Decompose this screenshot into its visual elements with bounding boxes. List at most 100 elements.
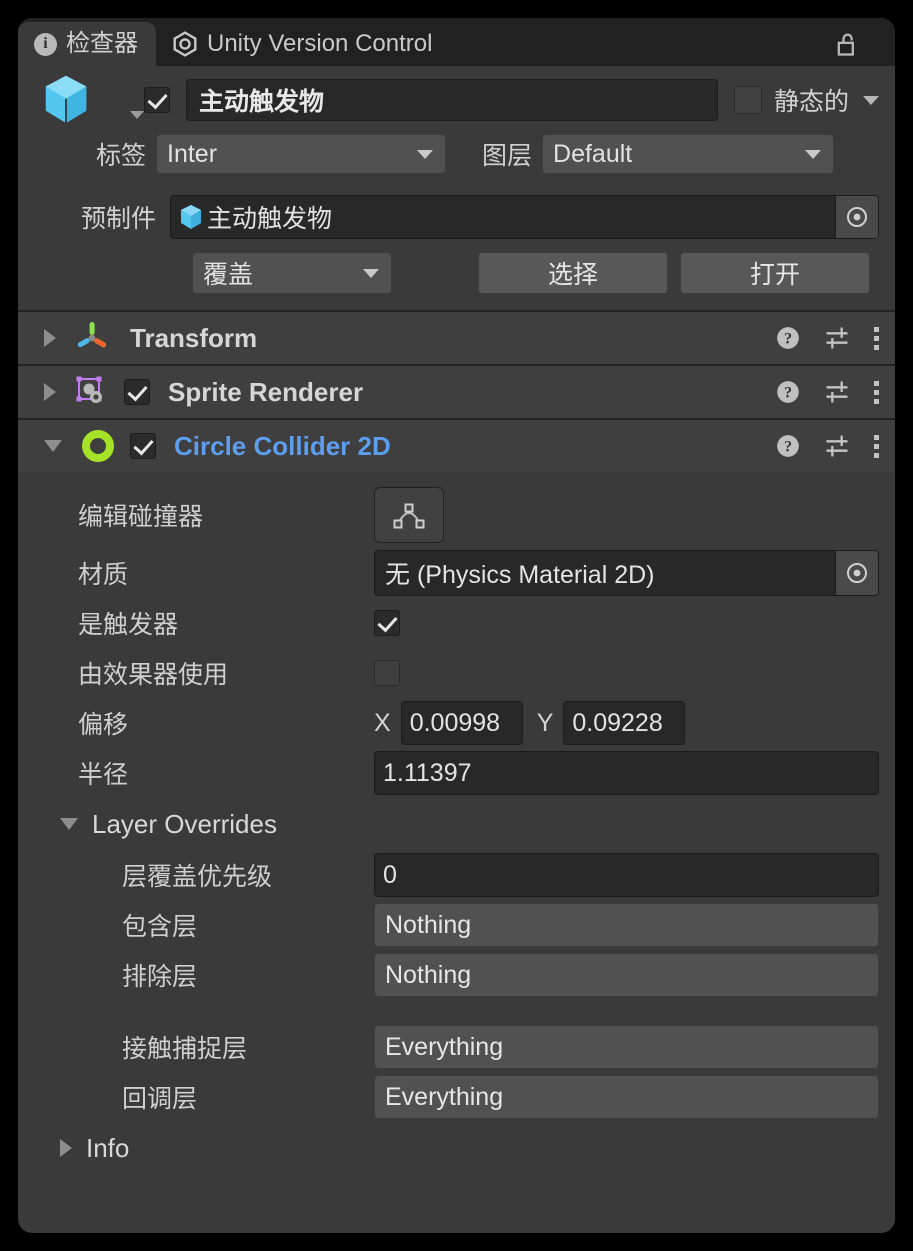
callback-layers-dropdown[interactable]: Everything bbox=[374, 1075, 879, 1119]
tab-inspector[interactable]: i 检查器 bbox=[18, 22, 156, 66]
foldout-arrow-expanded-icon[interactable] bbox=[44, 440, 62, 452]
help-icon[interactable]: ? bbox=[775, 325, 801, 351]
foldout-arrow-collapsed-icon[interactable] bbox=[44, 329, 56, 347]
info-title: Info bbox=[86, 1133, 129, 1164]
layer-override-priority-input[interactable]: 0 bbox=[374, 853, 879, 897]
callback-layers-label: 回调层 bbox=[34, 1079, 374, 1115]
is-trigger-checkbox[interactable] bbox=[374, 610, 400, 636]
preset-icon[interactable] bbox=[823, 324, 851, 352]
offset-x-input[interactable]: 0.00998 bbox=[401, 701, 523, 745]
gameobject-header: 主动触发物 静态的 标签 Inter 图层 Default bbox=[18, 66, 895, 188]
circle-collider-2d-icon bbox=[78, 426, 118, 466]
prefab-object-picker-button[interactable] bbox=[835, 196, 878, 238]
svg-text:?: ? bbox=[784, 437, 792, 455]
sprite-renderer-enabled-checkbox[interactable] bbox=[124, 379, 150, 405]
material-object-picker-button[interactable] bbox=[835, 551, 878, 595]
preset-icon[interactable] bbox=[823, 378, 851, 406]
chevron-down-icon bbox=[417, 150, 433, 159]
layer-overrides-title: Layer Overrides bbox=[92, 809, 277, 840]
tag-value: Inter bbox=[167, 140, 217, 169]
row-include-layers: 包含层 Nothing bbox=[34, 900, 879, 950]
row-edit-collider: 编辑碰撞器 bbox=[34, 482, 879, 548]
static-dropdown-caret[interactable] bbox=[863, 96, 879, 105]
gameobject-name-input[interactable]: 主动触发物 bbox=[186, 79, 718, 121]
layer-overrides-spacer bbox=[34, 1000, 879, 1022]
static-label: 静态的 bbox=[774, 82, 849, 118]
gameobject-icon-foldout-arrow[interactable] bbox=[130, 111, 144, 119]
row-contact-capture-layers: 接触捕捉层 Everything bbox=[34, 1022, 879, 1072]
edit-collider-label: 编辑碰撞器 bbox=[34, 497, 374, 533]
radius-input[interactable]: 1.11397 bbox=[374, 751, 879, 795]
component-header-sprite-renderer[interactable]: Sprite Renderer ? bbox=[18, 364, 895, 418]
tag-dropdown[interactable]: Inter bbox=[156, 134, 446, 174]
layer-label: 图层 bbox=[482, 136, 532, 172]
info-icon: i bbox=[34, 33, 57, 56]
sprite-renderer-icon bbox=[72, 372, 112, 412]
gameobject-name-row: 主动触发物 静态的 bbox=[34, 78, 879, 122]
include-layers-label: 包含层 bbox=[34, 907, 374, 943]
material-value: 无 (Physics Material 2D) bbox=[385, 555, 655, 591]
component-header-actions: ? bbox=[775, 324, 879, 352]
row-layer-override-priority: 层覆盖优先级 0 bbox=[34, 850, 879, 900]
offset-y-value: 0.09228 bbox=[572, 709, 662, 738]
prefab-open-button[interactable]: 打开 bbox=[680, 252, 870, 294]
component-header-transform[interactable]: Transform ? bbox=[18, 310, 895, 364]
include-layers-value: Nothing bbox=[385, 911, 471, 940]
material-object-field[interactable]: 无 (Physics Material 2D) bbox=[374, 550, 879, 596]
prefab-object-field[interactable]: 主动触发物 bbox=[170, 195, 879, 239]
foldout-arrow-collapsed-icon[interactable] bbox=[60, 1139, 72, 1157]
edit-collider-button[interactable] bbox=[374, 487, 444, 543]
prefab-section: 预制件 主动触发物 覆盖 bbox=[18, 188, 895, 310]
layer-dropdown[interactable]: Default bbox=[542, 134, 834, 174]
circle-collider-2d-enabled-checkbox[interactable] bbox=[130, 433, 156, 459]
chevron-down-icon bbox=[805, 150, 821, 159]
prefab-overrides-dropdown[interactable]: 覆盖 bbox=[192, 252, 392, 294]
offset-y-input[interactable]: 0.09228 bbox=[563, 701, 685, 745]
row-material: 材质 无 (Physics Material 2D) bbox=[34, 548, 879, 598]
is-trigger-label: 是触发器 bbox=[34, 605, 374, 641]
help-icon[interactable]: ? bbox=[775, 379, 801, 405]
row-used-by-effector: 由效果器使用 bbox=[34, 648, 879, 698]
prefab-cube-icon[interactable] bbox=[40, 73, 92, 127]
gameobject-enabled-checkbox[interactable] bbox=[144, 87, 170, 113]
foldout-arrow-collapsed-icon[interactable] bbox=[44, 383, 56, 401]
prefab-select-label: 选择 bbox=[548, 255, 598, 291]
circle-collider-2d-body: 编辑碰撞器 材质 无 (Physics Material 2D) bbox=[18, 472, 895, 1174]
row-offset: 偏移 X 0.00998 Y 0.09228 bbox=[34, 698, 879, 748]
component-header-circle-collider-2d[interactable]: Circle Collider 2D ? bbox=[18, 418, 895, 472]
row-radius: 半径 1.11397 bbox=[34, 748, 879, 798]
kebab-menu-icon[interactable] bbox=[873, 381, 879, 404]
row-exclude-layers: 排除层 Nothing bbox=[34, 950, 879, 1000]
used-by-effector-checkbox[interactable] bbox=[374, 660, 400, 686]
component-title-circle-collider-2d[interactable]: Circle Collider 2D bbox=[174, 431, 391, 462]
material-label: 材质 bbox=[34, 555, 374, 591]
kebab-menu-icon[interactable] bbox=[873, 327, 879, 350]
prefab-buttons-row: 覆盖 选择 打开 bbox=[34, 252, 879, 294]
include-layers-dropdown[interactable]: Nothing bbox=[374, 903, 879, 947]
tag-layer-row: 标签 Inter 图层 Default bbox=[34, 134, 879, 174]
help-icon[interactable]: ? bbox=[775, 433, 801, 459]
foldout-arrow-expanded-icon[interactable] bbox=[60, 818, 78, 830]
component-title-sprite-renderer: Sprite Renderer bbox=[168, 377, 363, 408]
row-callback-layers: 回调层 Everything bbox=[34, 1072, 879, 1122]
prefab-value: 主动触发物 bbox=[207, 199, 332, 235]
preset-icon[interactable] bbox=[823, 432, 851, 460]
info-foldout[interactable]: Info bbox=[34, 1122, 879, 1174]
offset-label: 偏移 bbox=[34, 705, 374, 741]
layer-overrides-foldout[interactable]: Layer Overrides bbox=[34, 798, 879, 850]
inspector-window: i 检查器 Unity Version Control bbox=[18, 18, 895, 1233]
tab-unity-version-control[interactable]: Unity Version Control bbox=[156, 22, 450, 66]
prefab-select-button[interactable]: 选择 bbox=[478, 252, 668, 294]
static-checkbox[interactable] bbox=[734, 86, 762, 114]
used-by-effector-label: 由效果器使用 bbox=[34, 655, 374, 691]
contact-capture-layers-dropdown[interactable]: Everything bbox=[374, 1025, 879, 1069]
svg-text:?: ? bbox=[784, 329, 792, 347]
exclude-layers-dropdown[interactable]: Nothing bbox=[374, 953, 879, 997]
radius-label: 半径 bbox=[34, 755, 374, 791]
row-is-trigger: 是触发器 bbox=[34, 598, 879, 648]
prefab-field-row: 预制件 主动触发物 bbox=[34, 194, 879, 240]
unlocked-padlock-icon[interactable] bbox=[833, 30, 861, 58]
layer-override-priority-value: 0 bbox=[383, 861, 397, 890]
exclude-layers-label: 排除层 bbox=[34, 957, 374, 993]
kebab-menu-icon[interactable] bbox=[873, 435, 879, 458]
